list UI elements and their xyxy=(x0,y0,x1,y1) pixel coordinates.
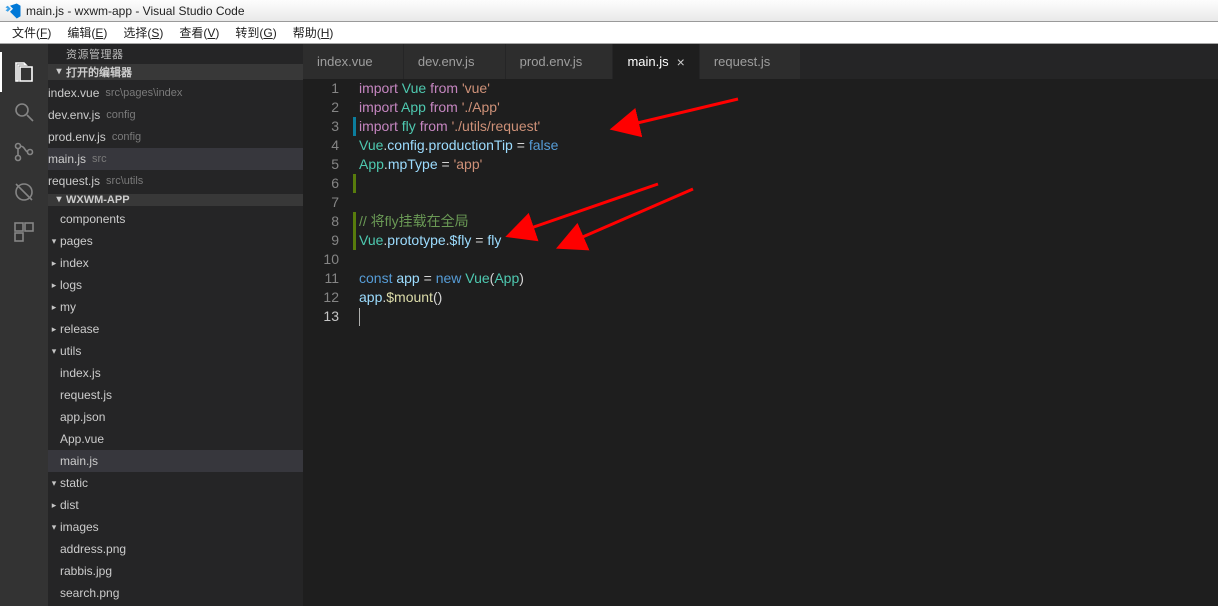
open-editor-item[interactable]: index.vuesrc\pages\index xyxy=(48,82,303,104)
open-editor-item[interactable]: request.jssrc\utils xyxy=(48,170,303,192)
titlebar: main.js - wxwm-app - Visual Studio Code xyxy=(0,0,1218,22)
activity-extensions[interactable] xyxy=(0,212,48,252)
code-content[interactable]: import Vue from 'vue'import App from './… xyxy=(359,79,1218,606)
tree-item[interactable]: ▾static xyxy=(48,472,303,494)
open-editor-item[interactable]: dev.env.jsconfig xyxy=(48,104,303,126)
menu-v[interactable]: 查看(V) xyxy=(171,24,227,41)
open-editor-item[interactable]: prod.env.jsconfig xyxy=(48,126,303,148)
tree-item[interactable]: ▾pages xyxy=(48,230,303,252)
menubar: 文件(F)编辑(E)选择(S)查看(V)转到(G)帮助(H) xyxy=(0,22,1218,44)
tree-item[interactable]: address.png xyxy=(48,538,303,560)
activity-search[interactable] xyxy=(0,92,48,132)
menu-s[interactable]: 选择(S) xyxy=(115,24,171,41)
editor-area: index.vue×dev.env.js×prod.env.js×main.js… xyxy=(303,44,1218,606)
workbench: 资源管理器 ▾ 打开的编辑器 index.vuesrc\pages\indexd… xyxy=(0,44,1218,606)
tree-item[interactable]: ▸logs xyxy=(48,274,303,296)
project-tree: components▾pages▸index▸logs▸my▸release▾u… xyxy=(48,206,303,606)
open-editors-list: index.vuesrc\pages\indexdev.env.jsconfig… xyxy=(48,80,303,194)
project-header[interactable]: ▾ WXWM-APP xyxy=(48,194,303,206)
tree-item[interactable]: request.js xyxy=(48,384,303,406)
editor[interactable]: 12345678910111213 import Vue from 'vue'i… xyxy=(303,79,1218,606)
tree-item[interactable]: ▾utils xyxy=(48,340,303,362)
open-editors-label: 打开的编辑器 xyxy=(66,64,132,80)
tree-item[interactable]: ▸index xyxy=(48,252,303,274)
open-editor-item[interactable]: main.jssrc xyxy=(48,148,303,170)
tree-item[interactable]: ▸my xyxy=(48,296,303,318)
window-title: main.js - wxwm-app - Visual Studio Code xyxy=(26,4,245,18)
activitybar xyxy=(0,44,48,606)
tree-item[interactable]: app.json xyxy=(48,406,303,428)
project-label: WXWM-APP xyxy=(66,194,130,206)
tree-item[interactable]: components xyxy=(48,208,303,230)
tab[interactable]: request.js× xyxy=(700,44,802,79)
menu-e[interactable]: 编辑(E) xyxy=(59,24,115,41)
sidebar-title: 资源管理器 xyxy=(48,44,303,64)
tabs: index.vue×dev.env.js×prod.env.js×main.js… xyxy=(303,44,1218,79)
tab[interactable]: dev.env.js× xyxy=(404,44,506,79)
tree-item[interactable]: ▾images xyxy=(48,516,303,538)
close-icon[interactable]: × xyxy=(677,54,685,70)
menu-g[interactable]: 转到(G) xyxy=(227,24,284,41)
tree-item[interactable]: search.png xyxy=(48,582,303,604)
menu-f[interactable]: 文件(F) xyxy=(4,24,59,41)
activity-explorer[interactable] xyxy=(0,52,48,92)
tab[interactable]: main.js× xyxy=(613,44,699,79)
tab[interactable]: index.vue× xyxy=(303,44,404,79)
chevron-down-icon: ▾ xyxy=(52,66,66,77)
menu-h[interactable]: 帮助(H) xyxy=(285,24,342,41)
line-gutter: 12345678910111213 xyxy=(303,79,353,606)
tree-item[interactable]: ▸release xyxy=(48,318,303,340)
tree-item[interactable]: App.vue xyxy=(48,428,303,450)
activity-debug[interactable] xyxy=(0,172,48,212)
tree-item[interactable]: ▸dist xyxy=(48,494,303,516)
tab[interactable]: prod.env.js× xyxy=(506,44,614,79)
tree-item[interactable]: rabbis.jpg xyxy=(48,560,303,582)
vscode-logo-icon xyxy=(4,2,22,20)
sidebar: 资源管理器 ▾ 打开的编辑器 index.vuesrc\pages\indexd… xyxy=(48,44,303,606)
chevron-down-icon: ▾ xyxy=(52,194,66,205)
tree-item[interactable]: index.js xyxy=(48,362,303,384)
open-editors-header[interactable]: ▾ 打开的编辑器 xyxy=(48,64,303,80)
tree-item[interactable]: main.js xyxy=(48,450,303,472)
activity-scm[interactable] xyxy=(0,132,48,172)
